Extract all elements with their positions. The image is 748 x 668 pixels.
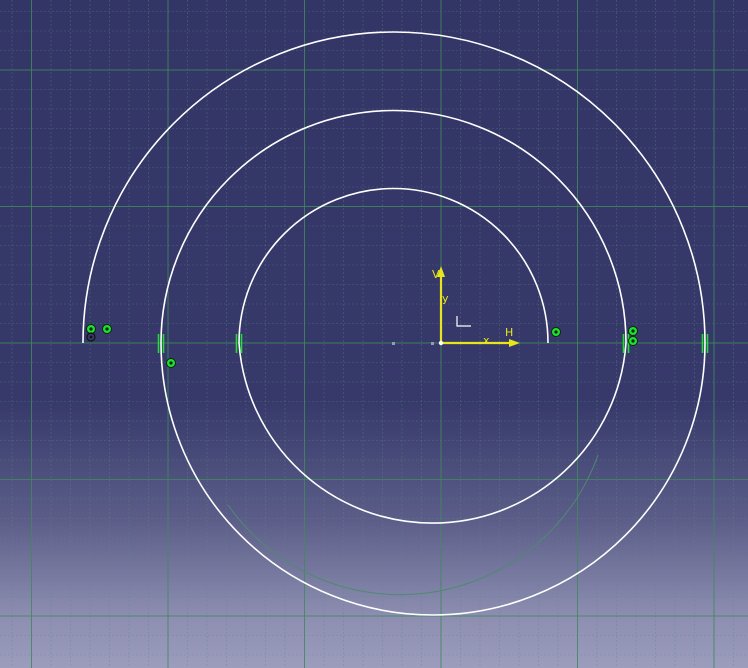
coincidence-constraint-icon[interactable] bbox=[86, 332, 96, 342]
sketch-point[interactable] bbox=[392, 342, 395, 345]
spiral-arc-middle-top[interactable] bbox=[160, 109, 627, 344]
x-axis-label: x bbox=[483, 334, 490, 347]
construction-arc[interactable] bbox=[227, 454, 599, 596]
sketch-point[interactable] bbox=[431, 342, 434, 345]
sketch-viewport[interactable]: H V x y bbox=[0, 0, 748, 668]
y-axis-label: y bbox=[442, 292, 449, 305]
spiral-arc-inner-bottom[interactable] bbox=[238, 342, 627, 524]
sketch-canvas[interactable]: H V x y bbox=[0, 0, 748, 668]
h-axis-label: H bbox=[505, 326, 513, 339]
spiral-arc-inner-top[interactable] bbox=[238, 187, 549, 344]
coincidence-constraint-icon[interactable] bbox=[102, 324, 112, 334]
coincidence-constraint-icon[interactable] bbox=[86, 324, 96, 334]
spiral-arc-outer-top[interactable] bbox=[82, 31, 706, 344]
v-axis-label: V bbox=[432, 268, 440, 281]
coincidence-constraint-icon[interactable] bbox=[628, 326, 638, 336]
coincidence-constraint-icon[interactable] bbox=[166, 358, 176, 368]
coincidence-constraint-icon[interactable] bbox=[551, 327, 561, 337]
coincidence-constraint-icon[interactable] bbox=[628, 336, 638, 346]
